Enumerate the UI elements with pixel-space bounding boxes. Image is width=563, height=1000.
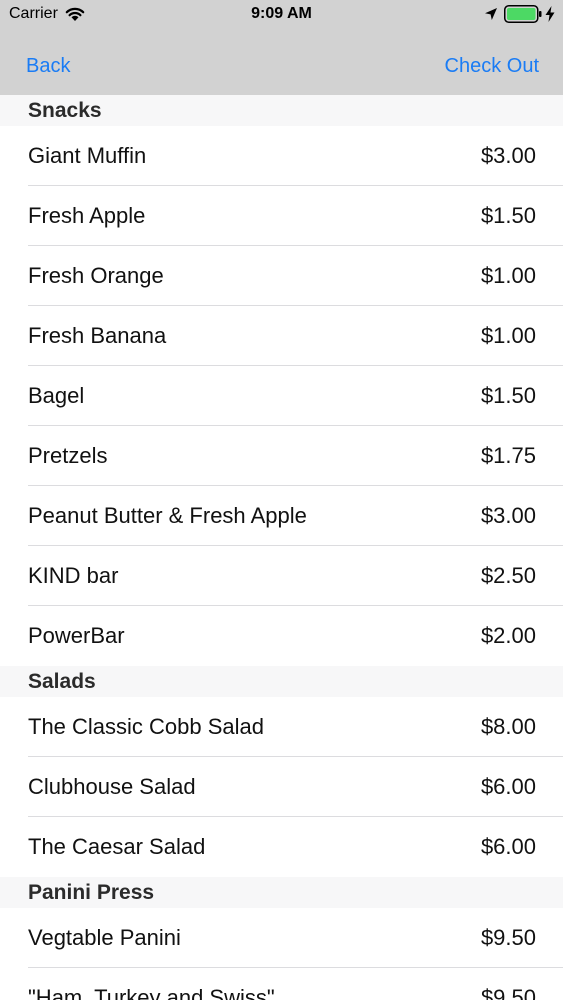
charging-icon [545, 6, 555, 22]
menu-item-price: $6.00 [480, 834, 536, 859]
menu-item-row[interactable]: The Classic Cobb Salad $8.00 [0, 697, 563, 757]
menu-item-row[interactable]: The Caesar Salad $6.00 [0, 817, 563, 877]
section-header: Snacks [0, 95, 563, 126]
menu-item-row[interactable]: Clubhouse Salad $6.00 [0, 757, 563, 817]
menu-item-price: $1.00 [480, 263, 536, 288]
menu-item-name: Giant Muffin [28, 143, 147, 168]
menu-item-name: "Ham, Turkey and Swiss" [28, 985, 275, 1000]
back-button[interactable]: Back [26, 55, 70, 78]
menu-item-name: Fresh Orange [28, 263, 164, 288]
menu-item-price: $2.00 [480, 623, 536, 648]
menu-list[interactable]: Snacks Giant Muffin $3.00 Fresh Apple $1.50 F… [0, 95, 563, 1000]
menu-item-name: Peanut Butter & Fresh Apple [28, 503, 307, 528]
menu-item-name: KIND bar [28, 563, 119, 588]
menu-item-price: $1.50 [480, 383, 536, 408]
menu-item-price: $6.00 [480, 774, 536, 799]
menu-item-row[interactable]: Peanut Butter & Fresh Apple $3.00 [0, 486, 563, 546]
menu-item-price: $9.50 [480, 985, 536, 1000]
menu-item-row[interactable]: Pretzels $1.75 [0, 426, 563, 486]
menu-item-name: The Caesar Salad [28, 834, 206, 859]
menu-item-row[interactable]: Giant Muffin $3.00 [0, 126, 563, 186]
menu-item-row[interactable]: Fresh Apple $1.50 [0, 186, 563, 246]
menu-item-price: $8.00 [480, 714, 536, 739]
menu-item-price: $1.50 [480, 203, 536, 228]
section-header: Panini Press [0, 877, 563, 908]
battery-icon [504, 5, 542, 23]
menu-item-name: Bagel [28, 383, 85, 408]
status-right-icons [484, 5, 555, 23]
navigation-bar: Back Check Out [0, 40, 563, 95]
menu-item-name: Vegtable Panini [28, 925, 181, 950]
section-header: Salads [0, 666, 563, 697]
menu-item-price: $1.00 [480, 323, 536, 348]
menu-item-price: $3.00 [480, 503, 536, 528]
menu-item-price: $3.00 [480, 143, 536, 168]
menu-item-row[interactable]: Vegtable Panini $9.50 [0, 908, 563, 968]
top-bar: Carrier 9:09 AM Back Check Out [0, 0, 563, 95]
menu-item-row[interactable]: Fresh Banana $1.00 [0, 306, 563, 366]
menu-item-row[interactable]: PowerBar $2.00 [0, 606, 563, 666]
menu-item-name: PowerBar [28, 623, 125, 648]
status-time: 9:09 AM [251, 5, 312, 22]
menu-item-name: Pretzels [28, 443, 108, 468]
menu-item-name: Fresh Apple [28, 203, 146, 228]
menu-item-price: $2.50 [480, 563, 536, 588]
menu-item-row[interactable]: KIND bar $2.50 [0, 546, 563, 606]
menu-item-name: Clubhouse Salad [28, 774, 196, 799]
check-out-button[interactable]: Check Out [445, 55, 539, 78]
menu-item-row[interactable]: "Ham, Turkey and Swiss" $9.50 [0, 968, 563, 1000]
menu-item-price: $9.50 [480, 925, 536, 950]
menu-item-name: Fresh Banana [28, 323, 167, 348]
menu-item-name: The Classic Cobb Salad [28, 714, 265, 739]
menu-item-price: $1.75 [480, 443, 536, 468]
menu-item-row[interactable]: Bagel $1.50 [0, 366, 563, 426]
menu-item-row[interactable]: Fresh Orange $1.00 [0, 246, 563, 306]
status-bar: Carrier 9:09 AM [0, 0, 563, 30]
location-icon [485, 8, 497, 20]
